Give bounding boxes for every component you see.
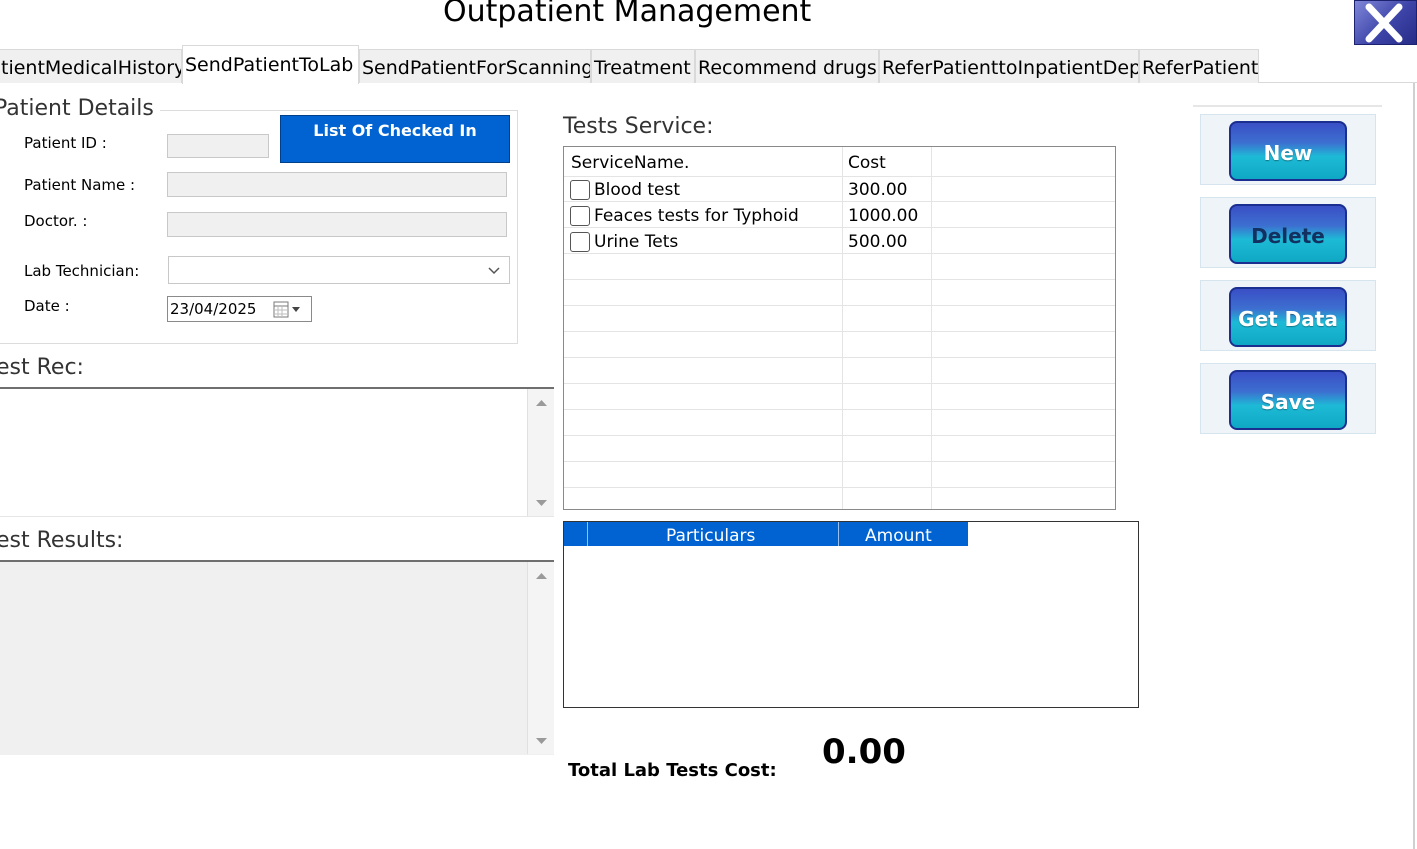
test-results-textarea[interactable]	[0, 560, 554, 755]
test-rec-label: est Rec:	[0, 355, 84, 380]
close-icon	[1365, 3, 1403, 43]
scroll-up-icon[interactable]	[535, 399, 548, 407]
new-button-cell: New	[1200, 114, 1376, 185]
column-header-amount[interactable]: Amount	[865, 526, 932, 546]
column-header-service-name[interactable]: ServiceName.	[571, 153, 689, 173]
action-panel-divider	[1193, 105, 1382, 107]
date-picker[interactable]: 23/04/2025	[167, 296, 312, 322]
row-checkbox[interactable]	[570, 206, 590, 226]
scroll-up-icon[interactable]	[535, 572, 548, 580]
tab-treatment[interactable]: Treatment	[591, 49, 695, 83]
calendar-icon[interactable]	[272, 301, 308, 319]
cost-cell: 300.00	[848, 180, 908, 200]
service-name-cell: Blood test	[594, 180, 681, 200]
lab-technician-select[interactable]	[168, 256, 510, 284]
tab-refer-patient[interactable]: ReferPatient	[1139, 49, 1259, 83]
new-button[interactable]: New	[1229, 121, 1347, 181]
save-button[interactable]: Save	[1229, 370, 1347, 430]
tab-patient-medical-history[interactable]: tientMedicalHistory	[0, 49, 182, 83]
lab-technician-label: Lab Technician:	[24, 262, 140, 280]
patient-name-label: Patient Name :	[24, 176, 136, 194]
list-checked-in-button[interactable]: List Of Checked In	[280, 115, 510, 163]
tab-strip: tientMedicalHistory SendPatientToLab Sen…	[0, 45, 1417, 84]
total-cost-label: Total Lab Tests Cost:	[568, 760, 777, 781]
get-data-button[interactable]: Get Data	[1229, 287, 1347, 347]
panel-border	[1413, 83, 1415, 849]
row-checkbox[interactable]	[570, 180, 590, 200]
patient-name-field[interactable]	[167, 172, 507, 197]
delete-button[interactable]: Delete	[1229, 204, 1347, 264]
tab-send-patient-to-lab[interactable]: SendPatientToLab	[182, 45, 359, 84]
delete-button-cell: Delete	[1200, 197, 1376, 268]
tab-recommend-drugs[interactable]: Recommend drugs	[695, 49, 879, 83]
tab-refer-to-inpatient[interactable]: ReferPatienttoInpatientDep	[879, 49, 1139, 83]
cost-cell: 500.00	[848, 232, 908, 252]
test-results-label: est Results:	[0, 528, 124, 553]
column-header-cost[interactable]: Cost	[848, 153, 886, 173]
patient-id-field[interactable]	[167, 134, 269, 158]
test-rec-scrollbar[interactable]	[527, 389, 554, 516]
total-cost-value: 0.00	[822, 732, 906, 772]
tests-service-label: Tests Service:	[563, 114, 714, 139]
doctor-label: Doctor. :	[24, 212, 88, 230]
cost-cell: 1000.00	[848, 206, 919, 226]
scroll-down-icon[interactable]	[535, 737, 548, 745]
scroll-down-icon[interactable]	[535, 499, 548, 507]
particulars-grid-header: Particulars Amount	[564, 522, 968, 546]
chevron-down-icon	[488, 267, 500, 275]
patient-details-legend: Patient Details	[0, 96, 160, 121]
date-value: 23/04/2025	[170, 300, 257, 318]
test-results-scrollbar[interactable]	[527, 562, 554, 754]
service-name-cell: Urine Tets	[594, 232, 679, 252]
get-data-button-cell: Get Data	[1200, 280, 1376, 351]
patient-id-label: Patient ID :	[24, 134, 107, 152]
window-title: Outpatient Management	[443, 0, 812, 29]
doctor-field[interactable]	[167, 212, 507, 237]
test-rec-textarea[interactable]	[0, 387, 554, 517]
date-label: Date :	[24, 297, 70, 315]
column-header-particulars[interactable]: Particulars	[666, 526, 755, 546]
particulars-grid: Particulars Amount	[563, 521, 1139, 708]
close-button[interactable]	[1354, 0, 1417, 45]
tab-send-patient-for-scanning[interactable]: SendPatientForScanning	[359, 49, 591, 83]
save-button-cell: Save	[1200, 363, 1376, 434]
service-name-cell: Feaces tests for Typhoid	[594, 206, 799, 226]
row-checkbox[interactable]	[570, 232, 590, 252]
tests-service-grid: ServiceName. Cost Blood test 300.00 Feac…	[563, 146, 1116, 510]
